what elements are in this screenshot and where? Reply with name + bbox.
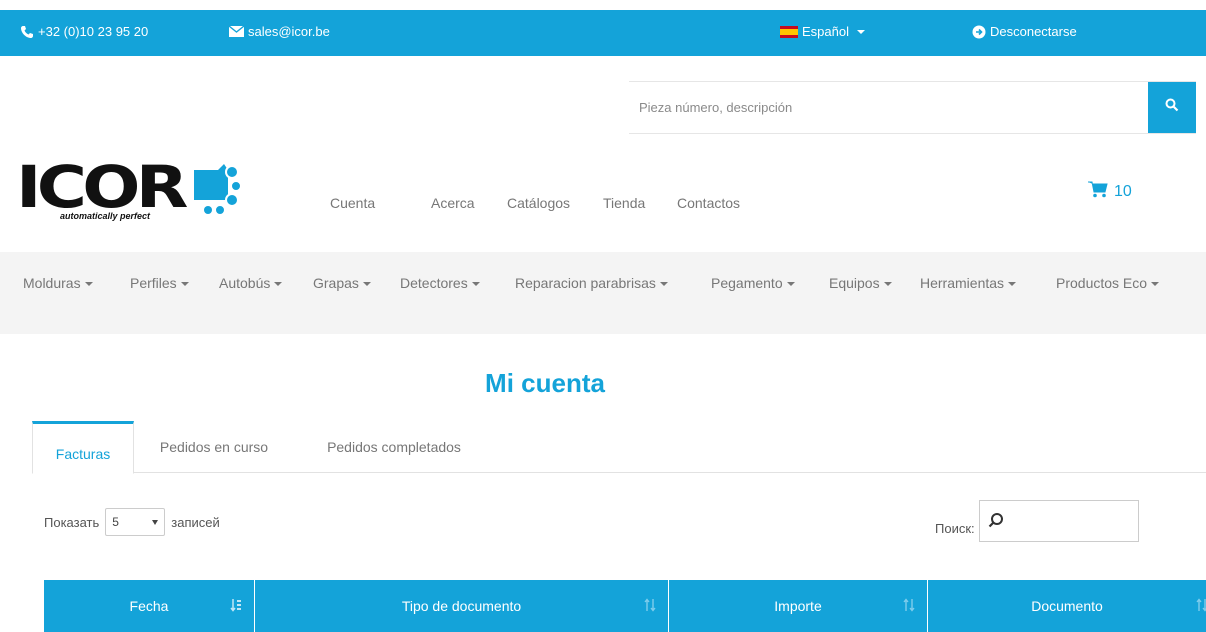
tab-label: Facturas (55, 445, 111, 462)
category-perfiles[interactable]: Perfiles (130, 275, 189, 291)
sort-both-icon (1196, 598, 1206, 615)
search-button[interactable] (1148, 82, 1196, 133)
category-label: Molduras (23, 275, 81, 291)
sort-both-icon (644, 598, 656, 615)
logo-tagline: automatically perfect (60, 211, 151, 221)
page-length-value: 5 (112, 515, 119, 529)
logout-label: Desconectarse (990, 24, 1077, 39)
cart-count: 10 (1114, 183, 1132, 200)
spain-flag-icon (780, 25, 798, 38)
chevron-down-icon (180, 282, 189, 287)
chevron-down-icon (856, 29, 865, 34)
search-icon (1165, 98, 1179, 117)
nav-acerca[interactable]: Acerca (431, 195, 475, 211)
magnifier-icon (988, 512, 1004, 531)
nav-catalogos[interactable]: Catálogos (507, 195, 570, 211)
category-detectores[interactable]: Detectores (400, 275, 480, 291)
category-grapas[interactable]: Grapas (313, 275, 371, 291)
category-autobus[interactable]: Autobús (219, 275, 283, 291)
column-label: Tipo de documento (401, 598, 522, 614)
column-label: Fecha (129, 598, 169, 614)
category-herramientas[interactable]: Herramientas (920, 275, 1017, 291)
phone-number: +32 (0)10 23 95 20 (38, 24, 149, 39)
column-label: Documento (1031, 598, 1103, 614)
cart-icon (1088, 181, 1108, 203)
chevron-down-icon (84, 282, 93, 287)
logo-emblem-icon (194, 164, 242, 216)
category-label: Autobús (219, 275, 271, 291)
account-tabs: Facturas Pedidos en curso Pedidos comple… (32, 421, 1206, 474)
category-label: Detectores (400, 275, 468, 291)
category-label: Productos Eco (1056, 275, 1148, 291)
page-title: Mi cuenta (485, 368, 605, 398)
tab-label: Pedidos en curso (159, 439, 269, 455)
category-equipos[interactable]: Equipos (829, 275, 892, 291)
category-bar: Molduras Perfiles Autobús Grapas Detecto… (0, 252, 1206, 334)
table-search-label: Поиск: (935, 521, 975, 536)
search-input[interactable] (629, 82, 1148, 133)
chevron-down-icon (1151, 282, 1160, 287)
category-label: Equipos (829, 275, 880, 291)
sort-ascending-icon (230, 598, 242, 615)
tab-pedidos-completados[interactable]: Pedidos completados (294, 421, 494, 473)
chevron-down-icon (274, 282, 283, 287)
category-reparacion-parabrisas[interactable]: Reparacion parabrisas (515, 275, 668, 291)
top-bar: +32 (0)10 23 95 20 sales@icor.be Español… (0, 10, 1206, 56)
nav-contactos[interactable]: Contactos (677, 195, 740, 211)
cart-link[interactable]: 10 (1088, 181, 1132, 203)
logout-icon (972, 25, 986, 39)
email-address: sales@icor.be (248, 24, 330, 39)
category-molduras[interactable]: Molduras (23, 275, 93, 291)
tab-label: Pedidos completados (327, 439, 461, 455)
category-label: Pegamento (711, 275, 783, 291)
category-label: Perfiles (130, 275, 177, 291)
chevron-down-icon (659, 282, 668, 287)
nav-cuenta[interactable]: Cuenta (330, 195, 375, 211)
column-fecha[interactable]: Fecha (44, 580, 255, 632)
page-length-control: Показать 5 записей (44, 508, 220, 536)
search-bar (629, 81, 1196, 134)
table-header: Fecha Tipo de documento Importe Document… (44, 580, 1206, 632)
column-importe[interactable]: Importe (669, 580, 928, 632)
sort-both-icon (903, 598, 915, 615)
chevron-down-icon (1008, 282, 1017, 287)
category-productos-eco[interactable]: Productos Eco (1056, 275, 1160, 291)
column-label: Importe (774, 598, 822, 614)
email-contact[interactable]: sales@icor.be (229, 24, 330, 39)
category-label: Grapas (313, 275, 359, 291)
dropdown-arrow-icon (152, 519, 159, 525)
chevron-down-icon (362, 282, 371, 287)
tab-pedidos-en-curso[interactable]: Pedidos en curso (134, 421, 294, 473)
nav-tienda[interactable]: Tienda (603, 195, 645, 211)
category-pegamento[interactable]: Pegamento (711, 275, 795, 291)
entries-label: записей (171, 514, 220, 530)
category-label: Herramientas (920, 275, 1005, 291)
page-length-select[interactable]: 5 (105, 508, 166, 536)
table-search-input[interactable] (978, 500, 1139, 542)
tab-facturas[interactable]: Facturas (32, 421, 134, 474)
logo-wordmark: ICOR (16, 153, 188, 221)
chevron-down-icon (471, 282, 480, 287)
phone-icon (20, 25, 34, 39)
table-filter: Поиск: (935, 500, 1139, 542)
column-documento[interactable]: Documento (928, 580, 1206, 632)
language-selector[interactable]: Español (780, 24, 865, 39)
category-label: Reparacion parabrisas (515, 275, 656, 291)
chevron-down-icon (786, 282, 795, 287)
logout-link[interactable]: Desconectarse (972, 24, 1077, 39)
phone-contact[interactable]: +32 (0)10 23 95 20 (20, 24, 148, 39)
chevron-down-icon (883, 282, 892, 287)
language-label: Español (802, 24, 849, 39)
column-tipo-documento[interactable]: Tipo de documento (255, 580, 669, 632)
show-label: Показать (44, 514, 100, 530)
envelope-icon (229, 26, 244, 37)
icor-logo[interactable]: ICOR automatically perfect (16, 158, 246, 228)
